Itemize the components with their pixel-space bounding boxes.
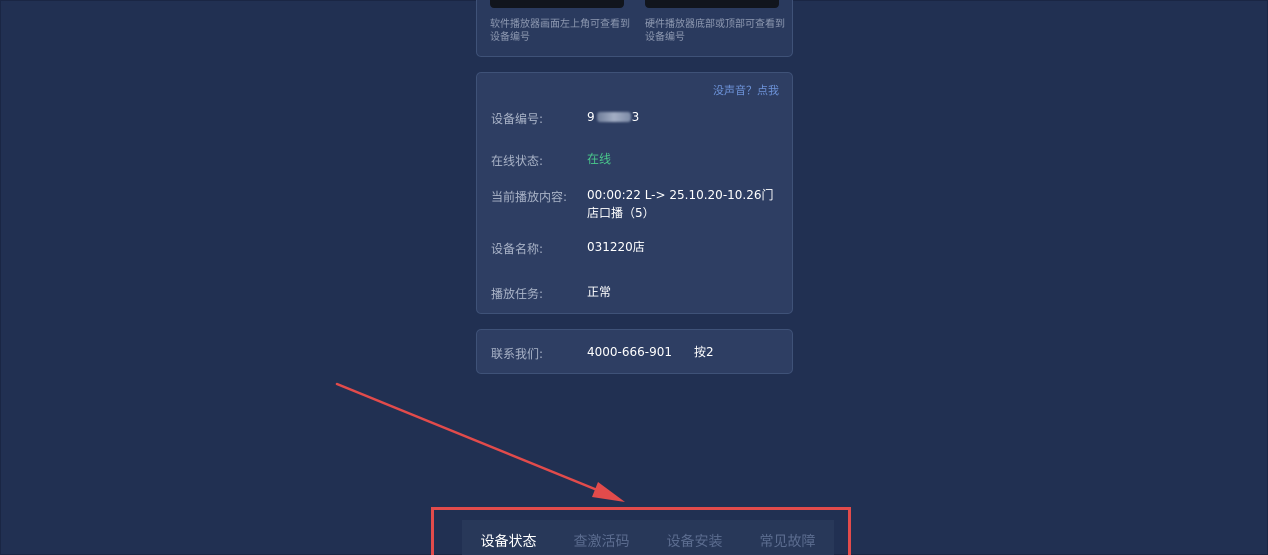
hardware-hint: 硬件播放器底部或顶部可查看到设备编号: [645, 19, 785, 43]
annotation-highlight-box: [431, 507, 851, 555]
software-hint: 软件播放器画面左上角可查看到设备编号: [490, 19, 630, 43]
device-id-guide-card: 软件播放器画面左上角可查看到设备编号 硬件播放器底部或顶部可查看到设备编号: [476, 0, 793, 57]
playing-value: 00:00:22 L-> 25.10.20-10.26门店口播（5）: [587, 188, 774, 220]
device-name-label: 设备名称:: [491, 242, 544, 256]
device-id-value: 93: [587, 108, 787, 126]
play-task-value: 正常: [587, 285, 612, 299]
contact-phone[interactable]: 4000-666-901: [587, 345, 672, 359]
redacted-mask: [596, 112, 631, 122]
contact-press: 按2: [694, 345, 714, 359]
contact-label: 联系我们:: [491, 347, 544, 361]
software-player-thumbnail: [490, 0, 624, 8]
contact-card: 联系我们: 4000-666-901 按2: [476, 329, 793, 374]
device-info-card: 没声音？点我 设备编号: 93 在线状态: 在线 当前播放内容: 00:00:2…: [476, 72, 793, 314]
no-sound-link[interactable]: 没声音？点我: [713, 82, 779, 98]
online-status-value: 在线: [587, 152, 612, 166]
playing-label: 当前播放内容:: [491, 190, 568, 204]
online-status-label: 在线状态:: [491, 154, 544, 168]
device-status-page: 软件播放器画面左上角可查看到设备编号 硬件播放器底部或顶部可查看到设备编号 没声…: [0, 0, 1268, 555]
device-id-suffix: 3: [631, 110, 640, 124]
device-id-label: 设备编号:: [491, 112, 544, 126]
device-id-prefix: 9: [587, 110, 595, 124]
hardware-player-thumbnail: [645, 0, 779, 8]
play-task-label: 播放任务:: [491, 287, 544, 301]
device-name-value: 031220店: [587, 240, 645, 254]
contact-value: 4000-666-901 按2: [587, 343, 787, 361]
